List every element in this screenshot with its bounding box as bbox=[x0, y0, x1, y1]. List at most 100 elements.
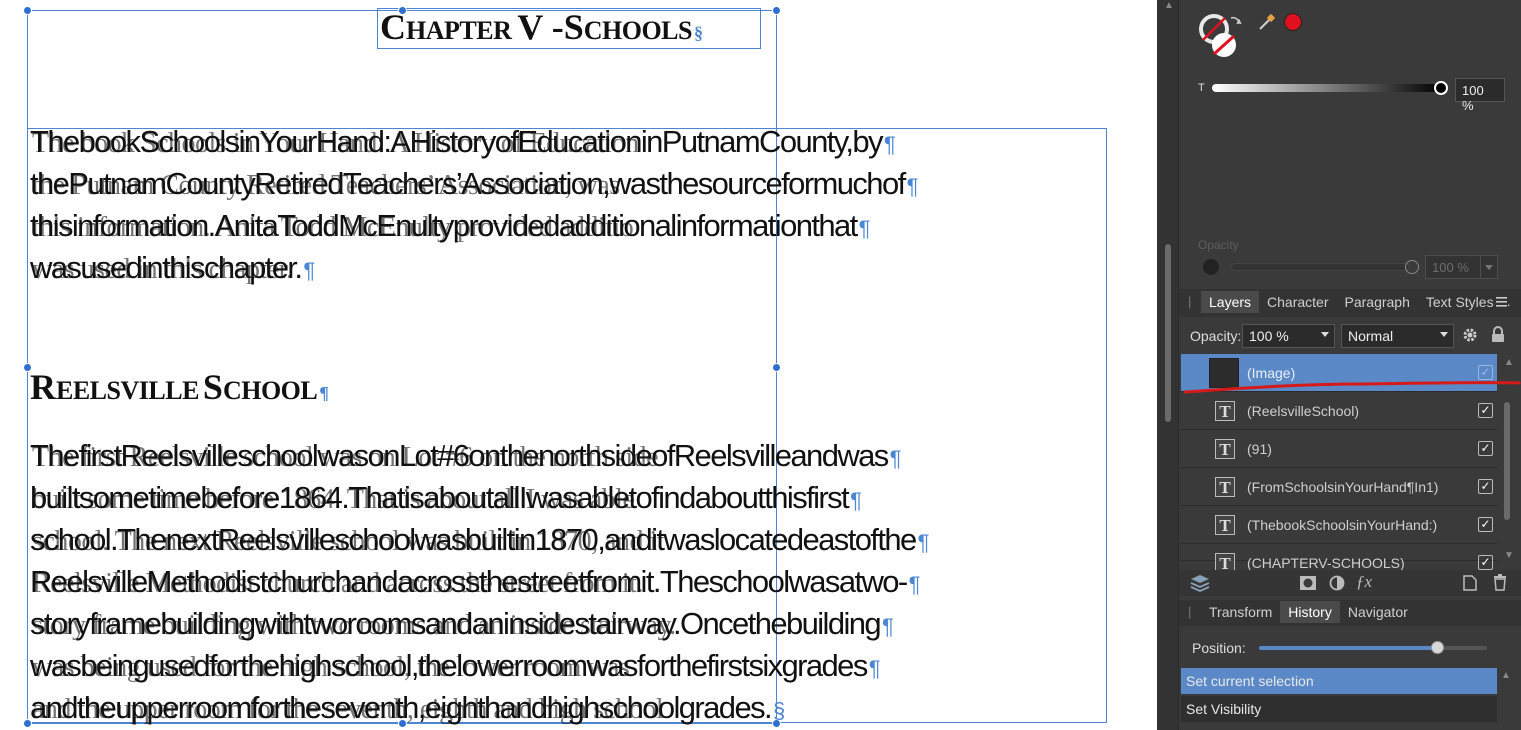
pilcrow-mark: ¶ bbox=[906, 174, 919, 199]
pilcrow-mark: ¶ bbox=[908, 572, 921, 597]
layer-stack-icon[interactable] bbox=[1189, 573, 1211, 593]
layer-row[interactable]: T (ThebookSchoolsinYourHand:) ✓ bbox=[1181, 506, 1497, 544]
intro-text-line: thePutnamCountyRetiredTeachers’Associati… bbox=[30, 166, 918, 202]
layer-name: (ReelsvilleSchool) bbox=[1247, 403, 1360, 419]
body-line-text: builtsometimebefore1864.ThatisaboutallIw… bbox=[30, 480, 850, 515]
panel-scroll-gutter: ▲ bbox=[1157, 0, 1179, 730]
history-position-fill bbox=[1259, 646, 1437, 650]
layer-opacity-dropdown[interactable]: 100 % bbox=[1242, 324, 1335, 348]
layer-name: (ThebookSchoolsinYourHand:) bbox=[1247, 517, 1438, 533]
layer-visibility-checkbox[interactable]: ✓ bbox=[1478, 441, 1493, 456]
body-line-text: wasbeingusedforthehighschool,thelowerroo… bbox=[30, 648, 868, 683]
pilcrow-mark: ¶ bbox=[889, 446, 902, 471]
document-canvas[interactable]: CHAPTER V -SCHOOLS § The book Schools in Y… bbox=[0, 0, 1157, 730]
layer-row[interactable]: T (FromSchoolsinYourHand¶In1) ✓ bbox=[1181, 468, 1497, 506]
scroll-up-icon[interactable]: ▲ bbox=[1164, 0, 1174, 11]
body-line-text: ThefirstReelsvilleschoolwasonLot#6onthen… bbox=[30, 438, 889, 473]
current-color-swatch[interactable] bbox=[1284, 13, 1302, 31]
layers-scroll-up-icon[interactable]: ▲ bbox=[1504, 357, 1514, 368]
blend-mode-dropdown[interactable]: Normal bbox=[1341, 324, 1454, 348]
history-scroll-up-icon[interactable]: ▲ bbox=[1501, 670, 1511, 681]
stroke-slider[interactable] bbox=[1212, 84, 1442, 92]
bottom-tabs: Transform History Navigator bbox=[1201, 601, 1416, 623]
section-mark: § bbox=[773, 698, 786, 723]
opacity-dot bbox=[1203, 259, 1219, 275]
history-position-knob[interactable] bbox=[1430, 641, 1444, 654]
panel-menu-icon[interactable] bbox=[1496, 295, 1510, 307]
lock-icon[interactable] bbox=[1491, 326, 1505, 343]
body-text-line: builtsometimebefore1864.ThatisaboutallIw… bbox=[30, 480, 862, 516]
layer-name: (91) bbox=[1247, 441, 1272, 457]
body-text-line: storyframebuildingwithtworoomsandaninsid… bbox=[30, 606, 894, 642]
pilcrow-mark: ¶ bbox=[850, 488, 862, 513]
body-text-line: ThefirstReelsvilleschoolwasonLot#6onthen… bbox=[30, 438, 902, 474]
opacity-slider-knob[interactable] bbox=[1405, 260, 1419, 274]
opacity-label: Opacity bbox=[1198, 238, 1239, 252]
opacity-dropdown-button[interactable] bbox=[1480, 255, 1498, 279]
body-line-text: ReelsvilleMethodistchurchandacrossthestr… bbox=[30, 564, 908, 599]
intro-text-line: wasusedinthischapter.¶ bbox=[30, 250, 315, 286]
layer-opacity-label: Opacity: bbox=[1190, 328, 1242, 344]
body-line-text: andtheupperroomfortheseventh,eighthandhi… bbox=[30, 690, 773, 725]
pilcrow-mark: ¶ bbox=[882, 614, 894, 639]
tab-navigator[interactable]: Navigator bbox=[1340, 601, 1416, 623]
add-page-icon[interactable] bbox=[1463, 575, 1477, 591]
tab-history[interactable]: History bbox=[1280, 601, 1340, 623]
stroke-slider-knob[interactable] bbox=[1434, 81, 1448, 95]
intro-line-text: ThebookSchoolsinYourHand:AHistoryofEduca… bbox=[30, 124, 884, 159]
history-position-label: Position: bbox=[1192, 640, 1246, 656]
selection-handle[interactable] bbox=[772, 363, 781, 372]
eyedropper-icon[interactable] bbox=[1257, 12, 1277, 32]
history-position-slider[interactable] bbox=[1259, 641, 1487, 654]
text-layer-icon: T bbox=[1215, 515, 1235, 535]
intro-text-line: thisinformation.AnitaToddMcEnultyprovide… bbox=[30, 208, 870, 244]
layer-visibility-checkbox[interactable]: ✓ bbox=[1478, 517, 1493, 532]
layer-name: (FromSchoolsinYourHand¶In1) bbox=[1247, 479, 1439, 495]
history-item[interactable]: Set Visibility bbox=[1181, 696, 1497, 722]
layer-visibility-checkbox[interactable]: ✓ bbox=[1478, 403, 1493, 418]
layers-scroll-down-icon[interactable]: ▼ bbox=[1504, 550, 1514, 561]
tab-layers[interactable]: Layers bbox=[1201, 291, 1260, 313]
fx-icon[interactable]: ƒx bbox=[1356, 572, 1372, 592]
body-text-line: wasbeingusedforthehighschool,thelowerroo… bbox=[30, 648, 881, 684]
tab-paragraph[interactable]: Paragraph bbox=[1337, 291, 1418, 313]
stroke-value-field[interactable]: 100 % bbox=[1455, 78, 1505, 113]
body-line-text: school.ThenextReelsvilleschoolwasbuiltin… bbox=[30, 522, 917, 557]
history-item[interactable]: Set current selection bbox=[1181, 668, 1497, 694]
layer-visibility-checkbox[interactable]: ✓ bbox=[1478, 555, 1493, 570]
trash-icon[interactable] bbox=[1493, 574, 1507, 591]
intro-line-text: thePutnamCountyRetiredTeachers’Associati… bbox=[30, 166, 906, 201]
pilcrow-mark: ¶ bbox=[303, 258, 316, 283]
layer-settings-gear-icon[interactable] bbox=[1462, 327, 1478, 343]
opacity-slider[interactable] bbox=[1231, 263, 1409, 271]
tab-transform[interactable]: Transform bbox=[1201, 601, 1280, 623]
layer-visibility-checkbox[interactable]: ✓ bbox=[1478, 479, 1493, 494]
panel-grip-icon-2: | bbox=[1188, 604, 1192, 619]
adjustment-layer-icon[interactable] bbox=[1329, 575, 1345, 591]
stroke-slider-label: T bbox=[1198, 82, 1205, 94]
color-panel-scrollbar[interactable] bbox=[1165, 244, 1171, 422]
body-text-line: andtheupperroomfortheseventh,eighthandhi… bbox=[30, 690, 785, 726]
layers-scrollbar[interactable] bbox=[1504, 402, 1510, 520]
text-layer-icon: T bbox=[1215, 477, 1235, 497]
selection-handle[interactable] bbox=[23, 6, 32, 15]
pilcrow-mark: ¶ bbox=[858, 216, 871, 241]
text-layer-icon: T bbox=[1215, 439, 1235, 459]
body-line-text: storyframebuildingwithtworoomsandaninsid… bbox=[30, 606, 882, 641]
text-layer-icon: T bbox=[1215, 401, 1235, 421]
intro-line-text: wasusedinthischapter. bbox=[30, 250, 303, 285]
section-heading: REELSVILLE SCHOOL ¶ bbox=[30, 367, 329, 407]
layer-row[interactable]: T (CHAPTERV-SCHOOLS) ✓ bbox=[1181, 544, 1497, 573]
tab-text-styles[interactable]: Text Styles bbox=[1418, 291, 1502, 313]
pilcrow-mark: ¶ bbox=[868, 656, 881, 681]
selection-handle[interactable] bbox=[772, 6, 781, 15]
body-text-line: school.ThenextReelsvilleschoolwasbuiltin… bbox=[30, 522, 930, 558]
layer-name: (CHAPTERV-SCHOOLS) bbox=[1247, 555, 1405, 571]
mask-layer-icon[interactable] bbox=[1299, 575, 1317, 591]
fill-stroke-icon[interactable] bbox=[1197, 12, 1245, 60]
tab-character[interactable]: Character bbox=[1259, 291, 1336, 313]
layers-tabs: Layers Character Paragraph Text Styles bbox=[1201, 291, 1502, 313]
body-text-line: ReelsvilleMethodistchurchandacrossthestr… bbox=[30, 564, 920, 600]
studio-panel: ▲ T 100 % Opacity 100 % | Layers Characte… bbox=[1157, 0, 1521, 730]
layer-row[interactable]: T (91) ✓ bbox=[1181, 430, 1497, 468]
